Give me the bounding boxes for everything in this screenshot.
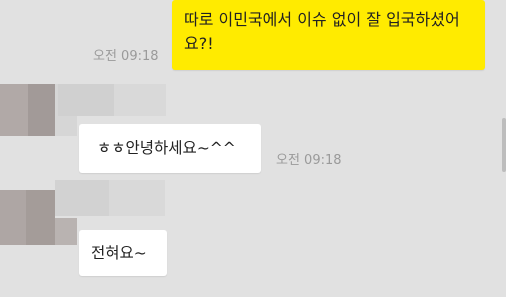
outgoing-message-bubble[interactable]: 따로 이민국에서 이슈 없이 잘 입국하셨어요?! [172, 0, 485, 70]
message-text: 따로 이민국에서 이슈 없이 잘 입국하셨어요?! [184, 10, 460, 53]
chat-window: 따로 이민국에서 이슈 없이 잘 입국하셨어요?! 오전 09:18 ㅎㅎ안녕하… [0, 0, 506, 297]
message-text: 전혀요~ [91, 244, 147, 262]
message-timestamp: 오전 09:18 [93, 49, 159, 64]
incoming-message-bubble[interactable]: 전혀요~ [79, 230, 167, 276]
scrollbar[interactable] [502, 118, 506, 172]
message-text: ㅎㅎ안녕하세요~^^ [97, 139, 236, 157]
message-timestamp: 오전 09:18 [276, 153, 342, 168]
incoming-message-bubble[interactable]: ㅎㅎ안녕하세요~^^ [79, 124, 261, 173]
